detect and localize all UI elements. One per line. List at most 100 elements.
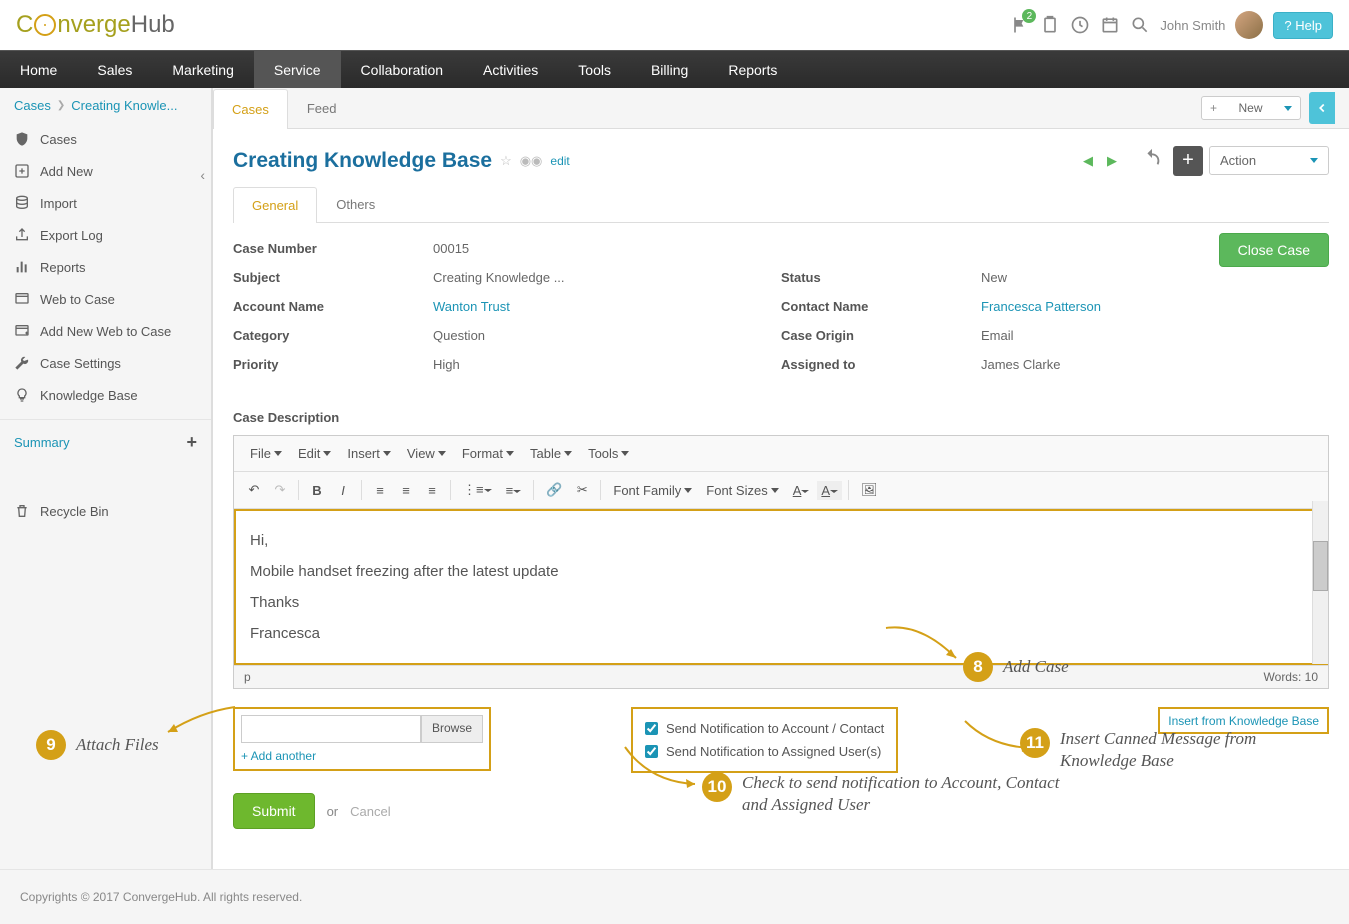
sidebar-label: Case Settings [40,356,121,371]
sidebar-item-reports[interactable]: Reports [0,251,211,283]
redo-icon[interactable]: ↷ [268,478,292,502]
breadcrumb-cases[interactable]: Cases [14,98,51,113]
nav-service[interactable]: Service [254,51,341,88]
add-another-link[interactable]: + Add another [241,749,483,763]
sidebar-item-recycle-bin[interactable]: Recycle Bin [0,495,211,527]
sidebar-item-case-settings[interactable]: Case Settings [0,347,211,379]
field-value-assigned-to: James Clarke [981,357,1060,372]
menu-insert[interactable]: Insert [341,442,397,465]
image-icon[interactable]: 🖼 [855,478,884,502]
close-case-button[interactable]: Close Case [1219,233,1329,267]
menu-view[interactable]: View [401,442,452,465]
next-arrow-icon[interactable]: ▶ [1103,149,1121,173]
menu-edit[interactable]: Edit [292,442,337,465]
field-label-case-origin: Case Origin [781,328,981,343]
bg-color-icon[interactable]: A [817,481,842,500]
undo-icon[interactable] [1137,143,1167,178]
file-input[interactable] [241,715,421,743]
nav-reports[interactable]: Reports [708,51,797,88]
sidebar-label: Web to Case [40,292,115,307]
notify-account-checkbox[interactable] [645,722,658,735]
align-center-icon[interactable]: ≡ [394,479,418,502]
sidebar-item-cases[interactable]: Cases [0,123,211,155]
field-value-contact-name[interactable]: Francesca Patterson [981,299,1101,314]
search-icon[interactable] [1130,15,1150,35]
text-color-icon[interactable]: A [787,479,816,502]
tab-others[interactable]: Others [317,186,394,222]
italic-icon[interactable]: I [331,479,355,502]
editor-toolbar: ↶ ↷ B I ≡ ≡ ≡ ⋮≡ ≡ 🔗 ✂ Font Family Font … [234,472,1328,509]
browse-button[interactable]: Browse [421,715,483,743]
field-value-subject: Creating Knowledge ... [433,270,565,285]
editor-line: Mobile handset freezing after the latest… [250,558,1312,585]
font-sizes-dropdown[interactable]: Font Sizes [700,479,784,502]
nav-marketing[interactable]: Marketing [152,51,253,88]
align-right-icon[interactable]: ≡ [420,479,444,502]
plus-icon[interactable]: + [186,432,197,453]
editor-menubar: File Edit Insert View Format Table Tools [234,436,1328,472]
nav-activities[interactable]: Activities [463,51,558,88]
summary-label: Summary [14,435,70,450]
bullet-list-icon[interactable]: ⋮≡ [457,478,498,502]
chevron-down-icon [1310,158,1318,163]
new-dropdown[interactable]: + New [1201,96,1301,120]
sidebar-item-export-log[interactable]: Export Log [0,219,211,251]
menu-table[interactable]: Table [524,442,578,465]
bold-icon[interactable]: B [305,479,329,502]
sidebar-item-web-to-case[interactable]: Web to Case [0,283,211,315]
unlink-icon[interactable]: ✂ [570,478,594,502]
nav-collaboration[interactable]: Collaboration [341,51,464,88]
prev-arrow-icon[interactable]: ◀ [1079,149,1097,173]
flag-icon[interactable]: 2 [1010,15,1030,35]
editor-body[interactable]: Hi, Mobile handset freezing after the la… [234,509,1328,665]
field-value-status: New [981,270,1007,285]
nav-home[interactable]: Home [0,51,77,88]
logo-target-icon [34,14,56,36]
tab-general[interactable]: General [233,187,317,223]
right-panel-toggle[interactable] [1309,92,1335,124]
undo-icon[interactable]: ↶ [242,478,266,502]
sidebar-collapse-icon[interactable]: ‹ [200,167,205,183]
menu-file[interactable]: File [244,442,288,465]
scrollbar[interactable] [1312,501,1328,664]
footer: Copyrights © 2017 ConvergeHub. All right… [0,869,1349,924]
font-family-dropdown[interactable]: Font Family [607,479,698,502]
sidebar-item-knowledge-base[interactable]: Knowledge Base [0,379,211,411]
nav-sales[interactable]: Sales [77,51,152,88]
nav-tools[interactable]: Tools [558,51,631,88]
star-icon[interactable]: ☆ [500,153,512,169]
align-left-icon[interactable]: ≡ [368,479,392,502]
tab-feed[interactable]: Feed [288,88,356,128]
tab-cases[interactable]: Cases [213,89,288,129]
logo[interactable]: C nverge Hub [16,11,175,39]
action-dropdown[interactable]: Action [1209,146,1329,175]
add-button[interactable]: + [1173,146,1203,176]
clipboard-icon[interactable] [1040,15,1060,35]
annotation-11: 11 Insert Canned Message from Knowledge … [1020,728,1320,772]
link-icon[interactable]: 🔗 [540,478,568,502]
cancel-link[interactable]: Cancel [350,804,390,819]
clock-icon[interactable] [1070,15,1090,35]
sidebar-item-add-web-to-case[interactable]: Add New Web to Case [0,315,211,347]
page-title: Creating Knowledge Base [233,149,492,173]
submit-button[interactable]: Submit [233,793,315,829]
sidebar-summary[interactable]: Summary + [0,419,211,465]
field-value-account-name[interactable]: Wanton Trust [433,299,510,314]
nav-billing[interactable]: Billing [631,51,708,88]
sidebar-item-import[interactable]: Import [0,187,211,219]
sidebar-item-add-new[interactable]: Add New [0,155,211,187]
calendar-icon[interactable] [1100,15,1120,35]
user-name[interactable]: John Smith [1160,18,1225,33]
menu-format[interactable]: Format [456,442,520,465]
edit-link[interactable]: edit [550,154,569,168]
field-label-assigned-to: Assigned to [781,357,981,372]
breadcrumb-current[interactable]: Creating Knowle... [71,98,177,113]
owl-icon[interactable]: ◉◉ [520,153,543,169]
help-button[interactable]: ? Help [1273,12,1333,39]
kb-insert-link[interactable]: Insert from Knowledge Base [1168,714,1319,728]
field-label-status: Status [781,270,981,285]
number-list-icon[interactable]: ≡ [500,479,528,502]
menu-tools[interactable]: Tools [582,442,635,465]
avatar[interactable] [1235,11,1263,39]
annotation-number: 9 [36,730,66,760]
